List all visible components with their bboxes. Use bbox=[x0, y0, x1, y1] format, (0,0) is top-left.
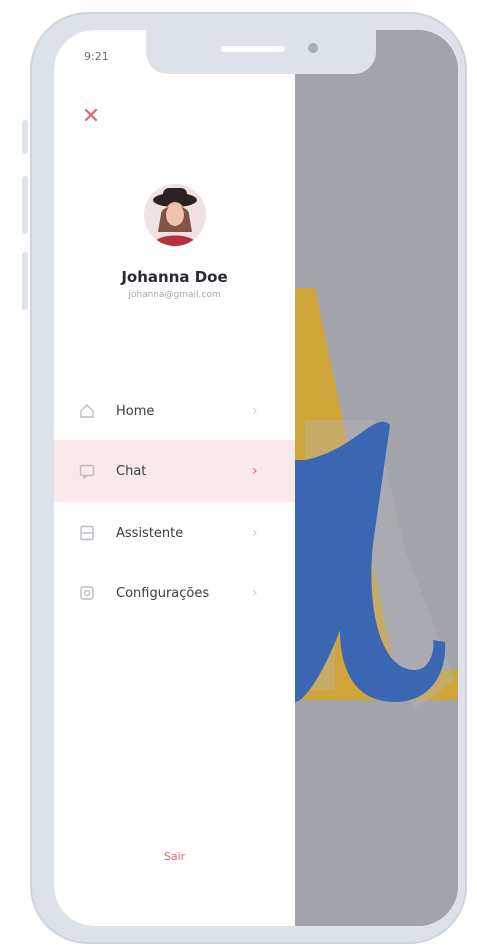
menu-item-chat[interactable]: Chat › bbox=[54, 440, 295, 502]
front-camera bbox=[308, 43, 318, 53]
menu-item-label: Configurações bbox=[116, 585, 210, 601]
menu-item-configuracoes[interactable]: Configurações › bbox=[54, 562, 295, 624]
home-icon bbox=[78, 402, 96, 420]
chevron-right-icon: › bbox=[252, 403, 258, 419]
navigation-drawer: ✕ Johanna Doe johanna@gmail.com Home › C… bbox=[54, 30, 295, 926]
user-name: Johanna Doe bbox=[121, 268, 228, 286]
menu-item-label: Chat bbox=[116, 463, 147, 479]
chevron-right-icon: › bbox=[252, 525, 258, 541]
background-logo bbox=[295, 288, 458, 710]
phone-side-button bbox=[22, 120, 28, 154]
speaker-grille bbox=[221, 46, 285, 52]
chat-icon bbox=[78, 462, 96, 480]
assistant-icon bbox=[78, 524, 96, 542]
menu-item-assistente[interactable]: Assistente › bbox=[54, 502, 295, 564]
chevron-right-icon: › bbox=[252, 585, 258, 601]
menu-item-label: Home bbox=[116, 403, 155, 419]
avatar[interactable] bbox=[144, 184, 206, 246]
phone-screen: 9:21 ✕ Johanna Doe johanna@gmail.com Hom… bbox=[54, 30, 458, 926]
phone-side-button bbox=[22, 252, 28, 310]
menu-item-home[interactable]: Home › bbox=[54, 380, 295, 442]
avatar-image bbox=[144, 184, 206, 246]
close-icon[interactable]: ✕ bbox=[80, 106, 102, 128]
menu-item-label: Assistente bbox=[116, 525, 184, 541]
phone-side-button bbox=[22, 176, 28, 234]
phone-notch bbox=[146, 30, 376, 74]
chevron-right-icon: › bbox=[252, 463, 258, 479]
status-time: 9:21 bbox=[84, 50, 109, 63]
user-email: johanna@gmail.com bbox=[128, 290, 221, 300]
drawer-overlay[interactable] bbox=[295, 30, 458, 926]
logout-button[interactable]: Sair bbox=[54, 850, 295, 863]
settings-icon bbox=[78, 584, 96, 602]
